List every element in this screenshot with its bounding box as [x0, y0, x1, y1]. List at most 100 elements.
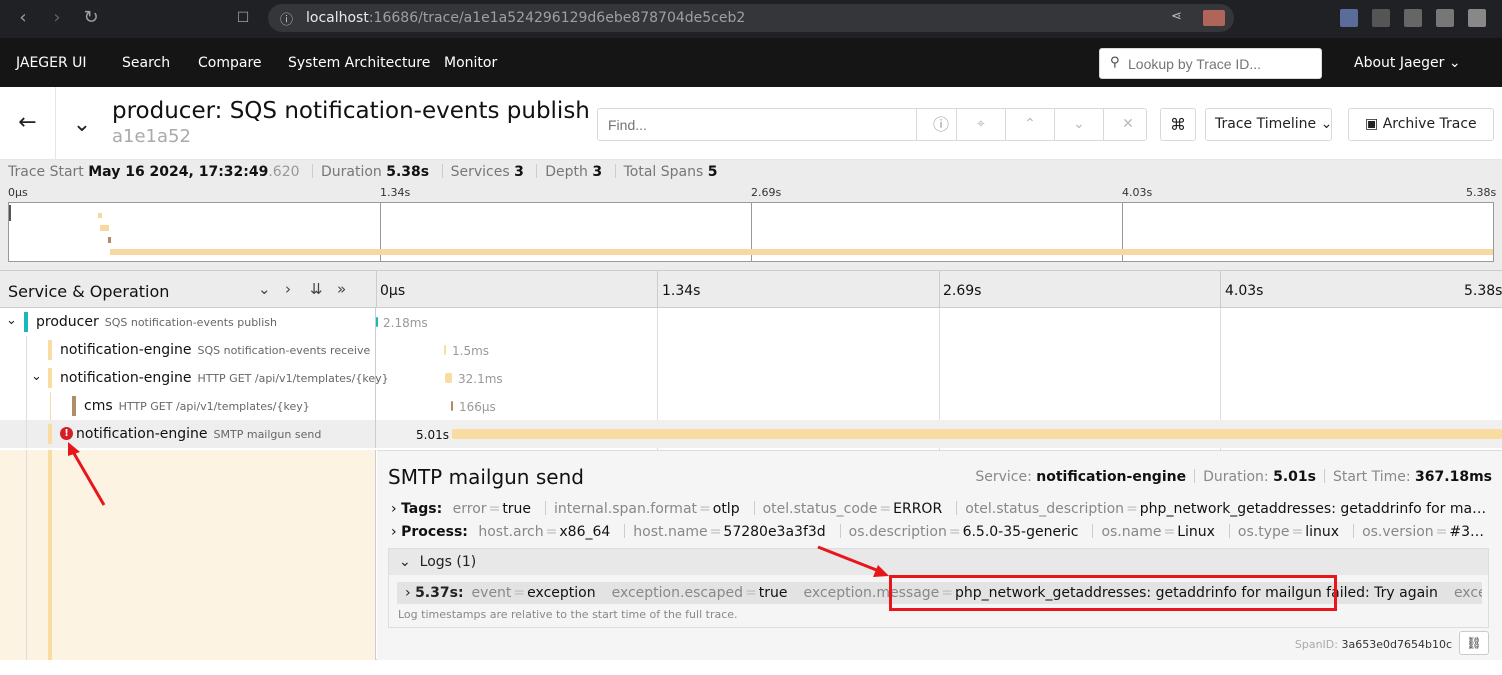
- collapse-header-icon[interactable]: ⌄: [66, 109, 98, 141]
- minimap-tick: 2.69s: [751, 186, 782, 199]
- kv-key: otel.status_description: [965, 501, 1125, 517]
- minimap-span: [110, 249, 1493, 255]
- extension-icon[interactable]: [1340, 9, 1358, 27]
- minimap-span: [100, 225, 109, 231]
- operation-name: SMTP mailgun send: [213, 428, 322, 441]
- link-icon[interactable]: ⛓: [1459, 631, 1489, 655]
- chevron-down-icon[interactable]: ⌄: [6, 313, 17, 328]
- trace-id-input[interactable]: [1128, 54, 1313, 74]
- kv-key: internal.span.format: [554, 501, 698, 517]
- minimap-span: [98, 213, 102, 218]
- keyboard-shortcuts-icon[interactable]: ⌘: [1160, 108, 1196, 141]
- span-row[interactable]: ⌄ producer SQS notification-events publis…: [0, 308, 1502, 336]
- annotation-arrow: [68, 442, 106, 506]
- kv-key: host.arch: [478, 524, 544, 540]
- process-section[interactable]: › Process: host.arch = x86_64 host.name = 572…: [391, 524, 1489, 540]
- reload-icon[interactable]: ↻: [80, 7, 102, 29]
- span-bar[interactable]: [376, 317, 378, 327]
- span-row[interactable]: cms HTTP GET /api/v1/templates/{key} 166μ…: [0, 392, 1502, 420]
- forward-nav-icon[interactable]: ›: [46, 7, 68, 29]
- find-input[interactable]: [608, 116, 908, 134]
- log-value: exception: [527, 585, 596, 601]
- kv-value: true: [502, 501, 532, 517]
- site-info-icon[interactable]: ⓘ: [280, 9, 293, 28]
- log-key: exception.escaped: [611, 585, 744, 601]
- annotation-arrow: [817, 545, 889, 577]
- expand-all-icon[interactable]: ⇊: [310, 280, 323, 298]
- span-row[interactable]: ⌄ notification-engine HTTP GET /api/v1/te…: [0, 364, 1502, 392]
- span-duration: 2.18ms: [383, 316, 428, 330]
- prev-match-icon[interactable]: ⌃: [1005, 109, 1054, 140]
- minimap-handle[interactable]: [9, 205, 11, 221]
- back-arrow-icon[interactable]: ←: [0, 87, 56, 160]
- trace-header: ← ⌄ producer: SQS notification-events pu…: [0, 87, 1502, 160]
- view-selector[interactable]: Trace Timeline ⌄: [1205, 108, 1332, 141]
- span-row[interactable]: notification-engine SQS notification-even…: [0, 336, 1502, 364]
- span-duration: 1.5ms: [452, 344, 490, 358]
- tags-section[interactable]: › Tags: error = true internal.span.format = o…: [391, 501, 1489, 517]
- span-id: SpanID: 3a653e0d7654b10c: [1294, 638, 1452, 651]
- service-name: notification-engine: [60, 370, 192, 386]
- collapse-one-icon[interactable]: ⌄: [258, 280, 271, 298]
- service-operation-header: Service & Operation: [8, 282, 170, 301]
- operation-name: SQS notification-events receive: [197, 344, 371, 357]
- log-value: true: [758, 585, 788, 601]
- chevron-right-icon: ›: [405, 585, 411, 601]
- minimap-tick: 5.38s: [1466, 186, 1497, 199]
- span-detail: SMTP mailgun send Service: notification-…: [0, 450, 1502, 660]
- chevron-right-icon[interactable]: ›: [391, 501, 397, 517]
- bookmark-icon[interactable]: ☐: [232, 7, 254, 29]
- top-navigation: JAEGER UI Search Compare System Architec…: [0, 38, 1502, 87]
- profile-avatar[interactable]: [1203, 10, 1225, 26]
- chevron-down-icon: ⌄: [399, 554, 411, 570]
- span-meta: Service: notification-engine Duration: 5.…: [975, 469, 1492, 485]
- nav-compare[interactable]: Compare: [198, 55, 262, 71]
- kv-key: error: [452, 501, 487, 517]
- chevron-right-icon[interactable]: ›: [391, 524, 397, 540]
- kv-value: linux: [1305, 524, 1340, 540]
- span-row-selected[interactable]: ! notification-engine SMTP mailgun send 5…: [0, 420, 1502, 448]
- nav-system-architecture[interactable]: System Architecture: [288, 55, 430, 71]
- chevron-down-icon[interactable]: ⌄: [31, 369, 42, 384]
- span-bar[interactable]: [444, 345, 446, 355]
- timeline-tick: 2.69s: [943, 283, 982, 299]
- operation-name: HTTP GET /api/v1/templates/{key}: [197, 372, 389, 385]
- logs-header[interactable]: ⌄ Logs (1): [389, 549, 1488, 575]
- span-duration: 5.01s: [416, 428, 449, 442]
- extension-icon[interactable]: [1468, 9, 1486, 27]
- extension-icon[interactable]: [1404, 9, 1422, 27]
- back-nav-icon[interactable]: ‹: [12, 7, 34, 29]
- archive-trace-button[interactable]: ▣ Archive Trace: [1348, 108, 1494, 141]
- kv-value: x86_64: [559, 524, 611, 540]
- timeline-tick: 1.34s: [662, 283, 701, 299]
- service-color-bar: [72, 396, 76, 416]
- extension-icon[interactable]: [1436, 9, 1454, 27]
- kv-key: host.name: [633, 524, 708, 540]
- address-bar[interactable]: ⓘ localhost:16686/trace/a1e1a524296129d6…: [268, 4, 1234, 32]
- trace-id-lookup[interactable]: ⚲: [1099, 48, 1322, 79]
- nav-monitor[interactable]: Monitor: [444, 55, 497, 71]
- locate-icon[interactable]: ⌖: [956, 109, 1005, 140]
- log-note: Log timestamps are relative to the start…: [398, 608, 738, 621]
- kv-key: otel.status_code: [762, 501, 878, 517]
- kv-key: os.description: [848, 524, 947, 540]
- trace-minimap[interactable]: 0μs 1.34s 2.69s 4.03s 5.38s: [0, 185, 1502, 270]
- next-match-icon[interactable]: ⌄: [1054, 109, 1103, 140]
- share-icon[interactable]: ⋖: [1171, 9, 1182, 24]
- kv-value: #35~22.04.1-Ubuntu S...: [1449, 524, 1489, 540]
- collapse-all-icon[interactable]: »: [337, 280, 346, 298]
- trace-id: a1e1a52: [112, 126, 191, 147]
- service-name: notification-engine: [60, 342, 192, 358]
- extension-icon[interactable]: [1372, 9, 1390, 27]
- minimap-canvas[interactable]: [8, 202, 1494, 262]
- brand-logo[interactable]: JAEGER UI: [16, 55, 87, 71]
- service-color-bar: [48, 424, 52, 444]
- span-bar[interactable]: [445, 373, 452, 383]
- expand-one-icon[interactable]: ›: [285, 280, 291, 298]
- minimap-tick: 0μs: [8, 186, 28, 199]
- about-jaeger-menu[interactable]: About Jaeger ⌄: [1354, 55, 1461, 71]
- span-bar[interactable]: [451, 401, 453, 411]
- span-bar[interactable]: [452, 429, 1502, 439]
- nav-search[interactable]: Search: [122, 55, 170, 71]
- clear-search-icon[interactable]: ✕: [1103, 109, 1152, 140]
